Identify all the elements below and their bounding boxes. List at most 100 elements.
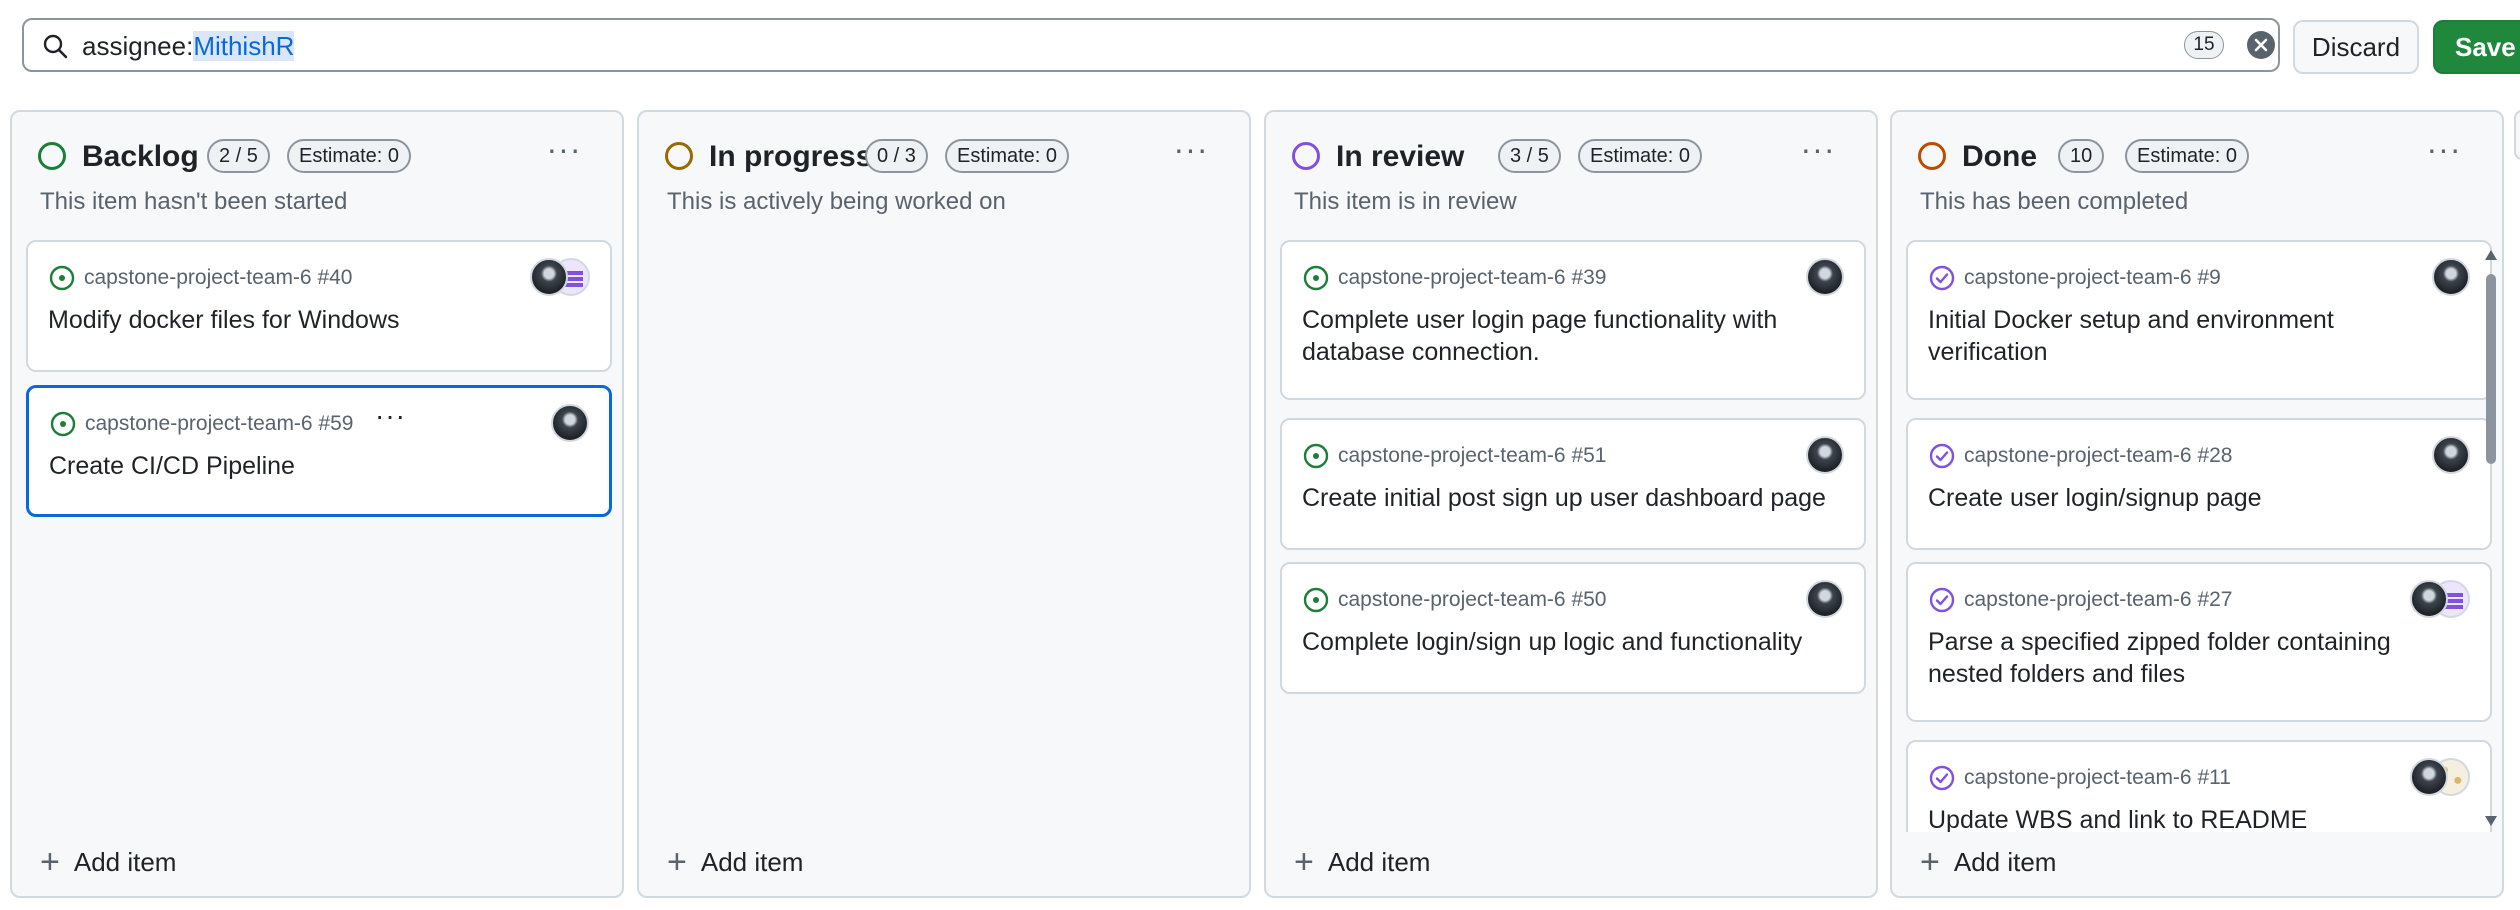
column-menu-icon[interactable]: ··· bbox=[542, 133, 586, 170]
issue-open-icon bbox=[1303, 443, 1329, 469]
estimate-badge: Estimate: 0 bbox=[945, 139, 1070, 173]
issue-repo-number[interactable]: capstone-project-team-6 #11 bbox=[1964, 764, 2231, 792]
assignee-avatar[interactable] bbox=[551, 404, 589, 442]
plus-icon: + bbox=[40, 843, 60, 881]
issue-title[interactable]: Complete user login page functionality w… bbox=[1302, 304, 1832, 368]
scroll-down-arrow-icon[interactable] bbox=[2485, 816, 2497, 826]
column-description: This is actively being worked on bbox=[667, 188, 1006, 215]
add-item-label: Add item bbox=[73, 847, 177, 877]
column-menu-icon[interactable]: ··· bbox=[1796, 133, 1840, 170]
issue-card[interactable]: capstone-project-team-6 #28 Create user l… bbox=[1906, 418, 2492, 550]
vertical-scrollbar[interactable] bbox=[2484, 240, 2498, 832]
column-menu-icon[interactable]: ··· bbox=[2422, 133, 2466, 170]
add-item-button[interactable]: + Add item bbox=[40, 844, 176, 880]
column-title: In review bbox=[1336, 140, 1465, 173]
issue-card[interactable]: capstone-project-team-6 #51 Create initia… bbox=[1280, 418, 1866, 550]
issue-title[interactable]: Create initial post sign up user dashboa… bbox=[1302, 482, 1832, 514]
column-description: This item is in review bbox=[1294, 188, 1517, 215]
card-list: capstone-project-team-6 #9 Initial Docker… bbox=[1906, 240, 2492, 832]
assignee-avatar[interactable] bbox=[1806, 258, 1844, 296]
issue-repo-number[interactable]: capstone-project-team-6 #51 bbox=[1338, 442, 1606, 470]
add-item-button[interactable]: + Add item bbox=[667, 844, 803, 880]
card-list: capstone-project-team-6 #40 Modify docker… bbox=[26, 240, 612, 832]
plus-icon: + bbox=[667, 843, 687, 881]
issue-repo-number[interactable]: capstone-project-team-6 #40 bbox=[84, 264, 352, 292]
issue-repo-number[interactable]: capstone-project-team-6 #28 bbox=[1964, 442, 2232, 470]
estimate-badge: Estimate: 0 bbox=[287, 139, 412, 173]
item-count-badge: 0 / 3 bbox=[865, 139, 928, 173]
column-description: This has been completed bbox=[1920, 188, 2189, 215]
estimate-badge: Estimate: 0 bbox=[1578, 139, 1703, 173]
add-item-button[interactable]: + Add item bbox=[1920, 844, 2056, 880]
status-circle-icon bbox=[1918, 142, 1946, 170]
add-item-label: Add item bbox=[1953, 847, 2057, 877]
column-in-review: In review 3 / 5 Estimate: 0 ··· This item is… bbox=[1264, 110, 1878, 898]
issue-open-icon bbox=[1303, 587, 1329, 613]
issue-card[interactable]: capstone-project-team-6 #39 Complete user… bbox=[1280, 240, 1866, 400]
issue-repo-number[interactable]: capstone-project-team-6 #59 bbox=[85, 410, 353, 438]
issue-card[interactable]: capstone-project-team-6 #11 Update WBS an… bbox=[1906, 740, 2492, 832]
issue-repo-number[interactable]: capstone-project-team-6 #39 bbox=[1338, 264, 1606, 292]
card-list: capstone-project-team-6 #39 Complete user… bbox=[1280, 240, 1866, 832]
scroll-up-arrow-icon[interactable] bbox=[2485, 250, 2497, 260]
item-count-badge: 10 bbox=[2058, 139, 2105, 173]
save-button[interactable]: Save bbox=[2433, 20, 2520, 74]
issue-title[interactable]: Initial Docker setup and environment ver… bbox=[1928, 304, 2458, 368]
assignee-avatar[interactable] bbox=[2410, 758, 2448, 796]
next-column-edge[interactable] bbox=[2514, 110, 2520, 160]
issue-open-icon bbox=[49, 265, 75, 291]
issue-closed-icon bbox=[1929, 443, 1955, 469]
issue-open-icon bbox=[50, 411, 76, 437]
issue-title[interactable]: Complete login/sign up logic and functio… bbox=[1302, 626, 1832, 658]
issue-title[interactable]: Create user login/signup page bbox=[1928, 482, 2458, 514]
column-header: In progress 0 / 3 Estimate: 0 ··· This is ac… bbox=[639, 112, 1249, 232]
issue-card[interactable]: capstone-project-team-6 #50 Complete logi… bbox=[1280, 562, 1866, 694]
assignee-avatar[interactable] bbox=[1806, 436, 1844, 474]
column-header: Backlog 2 / 5 Estimate: 0 ··· This item hasn… bbox=[12, 112, 622, 232]
issue-card[interactable]: capstone-project-team-6 #59 ··· Create CI/… bbox=[26, 385, 612, 517]
result-count-badge: 15 bbox=[2184, 31, 2224, 59]
column-menu-icon[interactable]: ··· bbox=[1169, 133, 1213, 170]
issue-title[interactable]: Modify docker files for Windows bbox=[48, 304, 578, 336]
add-item-label: Add item bbox=[700, 847, 804, 877]
status-circle-icon bbox=[38, 142, 66, 170]
assignee-avatar[interactable] bbox=[1806, 580, 1844, 618]
column-title: Backlog bbox=[82, 140, 199, 173]
discard-button[interactable]: Discard bbox=[2293, 20, 2419, 74]
clear-filter-button[interactable] bbox=[2247, 31, 2275, 59]
card-list bbox=[653, 240, 1239, 832]
issue-card[interactable]: capstone-project-team-6 #9 Initial Docker… bbox=[1906, 240, 2492, 400]
assignee-avatar[interactable] bbox=[530, 258, 568, 296]
filter-value: MithishR bbox=[193, 31, 295, 61]
issue-repo-number[interactable]: capstone-project-team-6 #27 bbox=[1964, 586, 2232, 614]
issue-title[interactable]: Create CI/CD Pipeline bbox=[49, 450, 579, 482]
column-in-progress: In progress 0 / 3 Estimate: 0 ··· This is ac… bbox=[637, 110, 1251, 898]
filter-bar[interactable]: assignee:MithishR 15 bbox=[22, 18, 2280, 72]
issue-open-icon bbox=[1303, 265, 1329, 291]
filter-prefix: assignee: bbox=[82, 31, 194, 61]
column-header: In review 3 / 5 Estimate: 0 ··· This item is… bbox=[1266, 112, 1876, 232]
plus-icon: + bbox=[1920, 843, 1940, 881]
issue-title[interactable]: Update WBS and link to README bbox=[1928, 804, 2458, 832]
filter-query[interactable]: assignee:MithishR bbox=[82, 31, 295, 61]
issue-card[interactable]: capstone-project-team-6 #40 Modify docker… bbox=[26, 240, 612, 372]
issue-repo-number[interactable]: capstone-project-team-6 #50 bbox=[1338, 586, 1606, 614]
search-icon bbox=[43, 34, 68, 59]
assignee-avatar[interactable] bbox=[2410, 580, 2448, 618]
issue-title[interactable]: Parse a specified zipped folder containi… bbox=[1928, 626, 2458, 690]
add-item-label: Add item bbox=[1327, 847, 1431, 877]
issue-card[interactable]: capstone-project-team-6 #27 Parse a speci… bbox=[1906, 562, 2492, 722]
estimate-badge: Estimate: 0 bbox=[2125, 139, 2250, 173]
column-description: This item hasn't been started bbox=[40, 188, 348, 215]
assignee-avatar[interactable] bbox=[2432, 436, 2470, 474]
card-menu-icon[interactable]: ··· bbox=[375, 402, 406, 430]
add-item-button[interactable]: + Add item bbox=[1294, 844, 1430, 880]
column-done: Done 10 Estimate: 0 ··· This has been comple… bbox=[1890, 110, 2504, 898]
column-backlog: Backlog 2 / 5 Estimate: 0 ··· This item hasn… bbox=[10, 110, 624, 898]
assignee-avatar[interactable] bbox=[2432, 258, 2470, 296]
issue-repo-number[interactable]: capstone-project-team-6 #9 bbox=[1964, 264, 2221, 292]
close-icon bbox=[2254, 38, 2268, 52]
issue-closed-icon bbox=[1929, 765, 1955, 791]
column-title: In progress bbox=[709, 140, 873, 173]
scrollbar-thumb[interactable] bbox=[2486, 274, 2496, 464]
